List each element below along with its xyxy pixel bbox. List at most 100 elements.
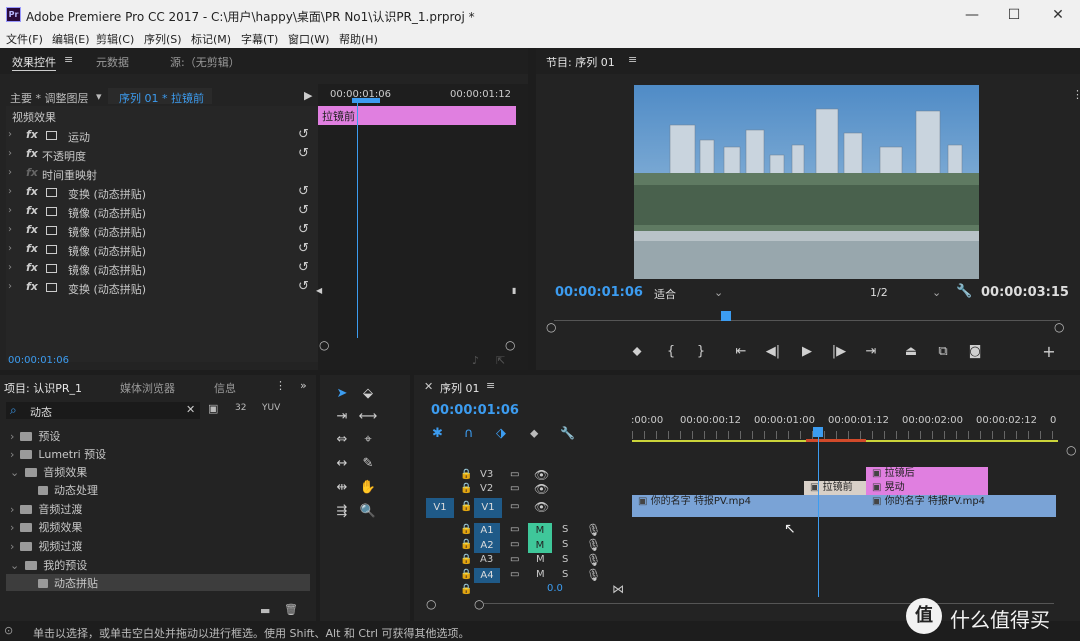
add-marker-icon[interactable]: ⬥ bbox=[530, 426, 538, 441]
sync-lock-icon[interactable]: ▭ bbox=[510, 501, 519, 512]
track-select-forward-icon[interactable]: ⇶ bbox=[332, 503, 352, 521]
mark-out-icon[interactable]: } bbox=[692, 344, 710, 359]
go-to-in-icon[interactable]: ⇤ bbox=[732, 344, 750, 359]
fx-icon[interactable]: fx bbox=[26, 128, 38, 141]
tree-item[interactable]: ⌄ 音频效果 bbox=[10, 464, 87, 482]
tab-media-browser[interactable]: 媒体浏览器 bbox=[120, 380, 175, 396]
dropdown-caret-icon[interactable]: ▾ bbox=[96, 90, 102, 103]
add-button-icon[interactable]: + bbox=[1040, 342, 1058, 361]
menu-file[interactable]: 文件(F) bbox=[6, 31, 43, 47]
microphone-icon[interactable]: 🎙 bbox=[586, 553, 601, 567]
program-title[interactable]: 节目: 序列 01 bbox=[546, 54, 615, 70]
maximize-icon[interactable]: ☐ bbox=[1000, 4, 1028, 26]
zoom-circle-icon[interactable]: ○ bbox=[505, 338, 515, 352]
reset-icon[interactable]: ↺ bbox=[298, 222, 309, 237]
trash-icon[interactable]: 🗑 bbox=[284, 603, 298, 616]
close-icon[interactable]: ✕ bbox=[1044, 4, 1072, 26]
reset-icon[interactable]: ↺ bbox=[298, 146, 309, 161]
reset-icon[interactable]: ↺ bbox=[298, 279, 309, 294]
tree-item-selected[interactable]: 动态拼贴 bbox=[38, 575, 98, 593]
tab-effect-controls[interactable]: 效果控件 bbox=[12, 54, 56, 71]
menu-clip[interactable]: 剪辑(C) bbox=[96, 31, 134, 47]
add-marker-icon[interactable]: ⬥ bbox=[628, 344, 646, 359]
fx-icon[interactable]: fx bbox=[26, 147, 38, 160]
reset-icon[interactable]: ↺ bbox=[298, 203, 309, 218]
menu-edit[interactable]: 编辑(E) bbox=[52, 31, 90, 47]
clip-v3[interactable]: ▣ 拉镜后 bbox=[866, 467, 988, 481]
tree-item[interactable]: › Lumetri 预设 bbox=[10, 446, 106, 464]
zoom-circle-icon[interactable]: ○ bbox=[474, 597, 484, 611]
menu-sequence[interactable]: 序列(S) bbox=[144, 31, 182, 47]
sync-lock-icon[interactable]: ▭ bbox=[510, 469, 519, 480]
clip-v2-b[interactable]: ▣ 晃动 bbox=[866, 481, 988, 495]
audio-scrub-icon[interactable]: ♪ bbox=[472, 354, 479, 367]
chevron-right-icon[interactable]: › bbox=[10, 430, 14, 443]
reset-icon[interactable]: ↺ bbox=[298, 127, 309, 142]
timeline-tab[interactable]: 序列 01 bbox=[440, 380, 480, 396]
chevron-right-icon[interactable]: › bbox=[10, 521, 14, 534]
ec-playhead-line[interactable] bbox=[357, 98, 358, 338]
step-back-icon[interactable]: ◀| bbox=[764, 344, 782, 359]
zoom-circle-icon[interactable]: ○ bbox=[426, 597, 436, 611]
mute-button[interactable]: M bbox=[528, 538, 552, 553]
overflow-icon[interactable]: ⋮ bbox=[1072, 88, 1080, 101]
timeline-playhead-line[interactable] bbox=[818, 437, 819, 597]
chevron-down-icon[interactable]: ⌄ bbox=[714, 286, 723, 299]
solo-button[interactable]: S bbox=[562, 539, 568, 550]
chevron-right-icon[interactable]: › bbox=[8, 281, 12, 292]
resolution-dropdown[interactable]: 1/2 bbox=[870, 286, 888, 299]
microphone-icon[interactable]: 🎙 bbox=[586, 523, 601, 537]
lock-icon[interactable]: 🔒 bbox=[460, 483, 472, 494]
panel-menu-icon[interactable]: ≡ bbox=[486, 379, 495, 392]
rate-stretch-tool-icon[interactable]: ⇔ bbox=[332, 431, 352, 449]
pen-tool-icon[interactable]: ✎ bbox=[358, 455, 378, 473]
left-handle-icon[interactable]: ◀ bbox=[316, 286, 322, 295]
fit-dropdown[interactable]: 适合 bbox=[654, 286, 676, 302]
program-scrub-bar[interactable] bbox=[554, 320, 1060, 321]
lock-icon[interactable]: 🔒 bbox=[460, 569, 472, 580]
timeline-playhead-head[interactable] bbox=[813, 427, 823, 437]
mute-button[interactable]: M bbox=[536, 554, 545, 565]
track-name[interactable]: A1 bbox=[474, 523, 500, 538]
reset-icon[interactable]: ↺ bbox=[298, 260, 309, 275]
lock-icon[interactable]: 🔒 bbox=[460, 469, 472, 480]
linked-selection-icon[interactable]: ⬗ bbox=[496, 426, 506, 441]
program-playhead[interactable] bbox=[721, 311, 731, 321]
tree-item[interactable]: › 预设 bbox=[10, 428, 60, 446]
menu-marker[interactable]: 标记(M) bbox=[191, 31, 231, 47]
search-value[interactable]: 动态 bbox=[30, 404, 52, 420]
chevron-right-icon[interactable]: › bbox=[10, 448, 14, 461]
fx-icon[interactable]: fx bbox=[26, 204, 38, 217]
effect-row[interactable]: › fx 不透明度 ↺ bbox=[8, 145, 318, 164]
clip-v2-a[interactable]: ▣ 拉镜前 bbox=[804, 481, 866, 495]
solo-button[interactable]: S bbox=[562, 554, 568, 565]
lock-icon[interactable]: 🔒 bbox=[460, 539, 472, 550]
track-name[interactable]: V3 bbox=[480, 469, 493, 480]
extract-icon[interactable]: ⧉ bbox=[934, 344, 952, 359]
mini-timeline[interactable] bbox=[318, 84, 528, 370]
fx-icon[interactable]: fx bbox=[26, 280, 38, 293]
snap-icon[interactable]: ∩ bbox=[464, 426, 474, 441]
tab-info[interactable]: 信息 bbox=[214, 380, 236, 396]
lock-icon[interactable]: 🔒 bbox=[460, 584, 472, 595]
tree-item[interactable]: › 音频过渡 bbox=[10, 501, 82, 519]
sync-lock-icon[interactable]: ▭ bbox=[510, 539, 519, 550]
fx-icon[interactable]: fx bbox=[26, 261, 38, 274]
sync-lock-icon[interactable]: ▭ bbox=[510, 554, 519, 565]
microphone-icon[interactable]: 🎙 bbox=[586, 568, 601, 582]
zoom-circle-icon[interactable]: ○ bbox=[319, 338, 329, 352]
tab-project[interactable]: 项目: 认识PR_1 bbox=[4, 380, 82, 396]
sequence-clip-label[interactable]: 序列 01 * 拉镜前 bbox=[119, 90, 204, 106]
ripple-edit-tool-icon[interactable]: ⇥ bbox=[332, 408, 352, 426]
track-name[interactable]: V2 bbox=[480, 483, 493, 494]
effect-row[interactable]: › fx 变换 (动态拼贴) ↺ bbox=[8, 183, 318, 202]
play-icon[interactable]: ▶ bbox=[798, 344, 816, 359]
lock-icon[interactable]: 🔒 bbox=[460, 524, 472, 535]
panel-menu-icon[interactable]: ≡ bbox=[64, 53, 73, 66]
chevron-right-icon[interactable]: › bbox=[8, 262, 12, 273]
ruler-ticks[interactable] bbox=[632, 431, 1058, 439]
zoom-tool-icon[interactable]: 🔍 bbox=[358, 503, 378, 521]
ec-current-timecode[interactable]: 00:00:01:06 bbox=[8, 355, 69, 366]
close-tab-icon[interactable]: ✕ bbox=[424, 380, 433, 393]
wrench-icon[interactable]: 🔧 bbox=[560, 426, 575, 440]
